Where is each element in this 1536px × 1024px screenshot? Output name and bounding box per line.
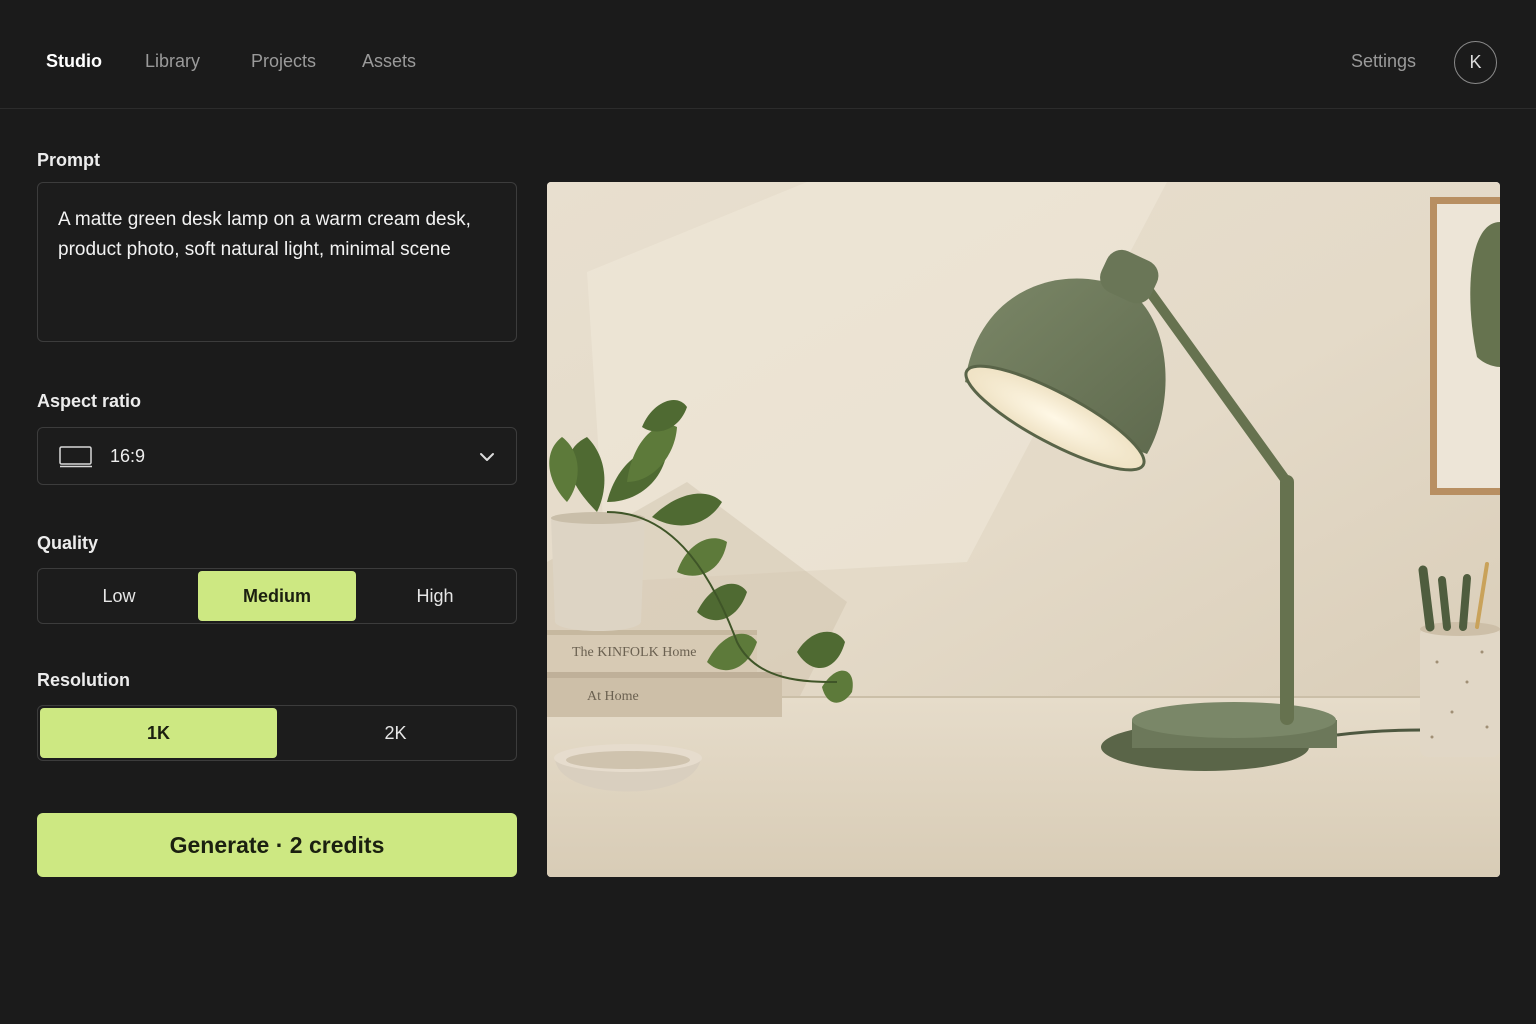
nav-tab-assets[interactable]: Assets <box>362 50 416 72</box>
quality-option-low[interactable]: Low <box>40 571 198 621</box>
quality-option-medium[interactable]: Medium <box>198 571 356 621</box>
lamp-scene-illustration: The KINFOLK Home At Home <box>547 182 1500 877</box>
quality-segmented-control: Low Medium High <box>37 568 517 624</box>
aspect-ratio-value: 16:9 <box>110 446 146 466</box>
generate-button[interactable]: Generate · 2 credits <box>37 813 517 877</box>
nav-tab-library[interactable]: Library <box>145 50 200 72</box>
generated-image-preview: The KINFOLK Home At Home <box>547 182 1500 877</box>
chevron-down-icon <box>479 450 495 468</box>
book-title-at-home: At Home <box>587 689 639 704</box>
book-title-kinfolk: The KINFOLK Home <box>572 645 696 660</box>
nav-tab-studio[interactable]: Studio <box>46 50 102 72</box>
prompt-input[interactable]: A matte green desk lamp on a warm cream … <box>37 182 517 342</box>
resolution-segmented-control: 1K 2K <box>37 705 517 761</box>
resolution-option-2k[interactable]: 2K <box>277 708 514 758</box>
settings-link[interactable]: Settings <box>1351 50 1416 72</box>
quality-label: Quality <box>37 533 99 553</box>
aspect-ratio-label: Aspect ratio <box>37 391 142 411</box>
nav-tab-projects[interactable]: Projects <box>251 50 316 72</box>
resolution-option-1k[interactable]: 1K <box>40 708 277 758</box>
quality-option-high[interactable]: High <box>356 571 514 621</box>
resolution-label: Resolution <box>37 670 130 690</box>
aspect-ratio-select[interactable]: 16:9 <box>37 427 517 485</box>
landscape-frame-icon <box>59 446 93 473</box>
avatar[interactable]: K <box>1454 41 1497 84</box>
top-nav-bar: Studio Library Projects Assets Settings … <box>0 0 1536 109</box>
prompt-label: Prompt <box>37 150 100 170</box>
